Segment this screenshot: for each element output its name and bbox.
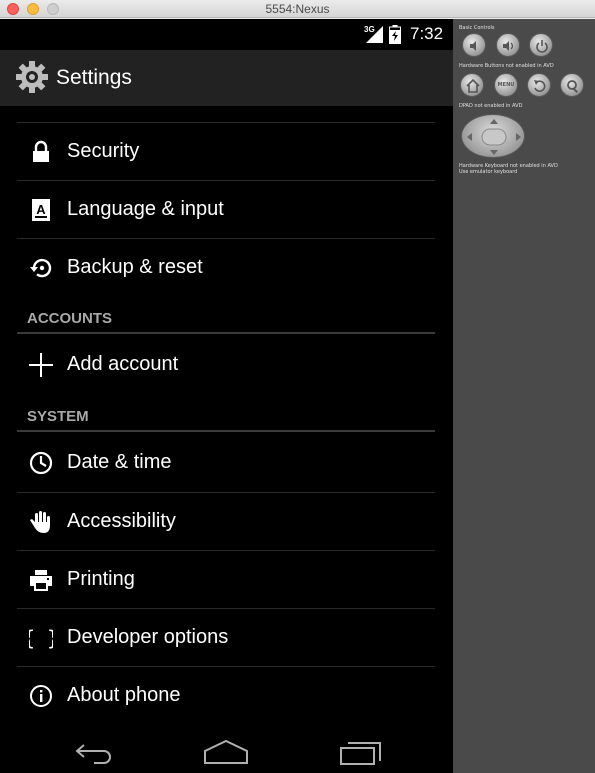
window-title: 5554:Nexus [265, 2, 330, 16]
emulator-keyboard-label: Use emulator keyboard [459, 169, 518, 175]
volume-down-button[interactable] [462, 33, 486, 57]
settings-item-developer-options[interactable]: { } Developer options [17, 608, 435, 666]
plus-icon [29, 353, 53, 377]
emulator-back-button[interactable] [527, 73, 551, 97]
volume-up-button[interactable] [496, 33, 520, 57]
window-title-bar: 5554:Nexus [0, 0, 595, 18]
backup-restore-icon [30, 258, 52, 278]
hardware-buttons-label: Hardware Buttons not enabled in AVD [459, 63, 554, 69]
settings-item-label: Backup & reset [67, 256, 203, 278]
back-icon[interactable] [68, 737, 118, 767]
settings-item-backup-reset[interactable]: Backup & reset [17, 238, 435, 296]
search-icon [567, 80, 578, 93]
settings-item-label: Accessibility [67, 510, 176, 532]
home-icon [466, 78, 480, 93]
home-icon[interactable] [201, 737, 251, 767]
clock-icon [29, 451, 53, 475]
status-bar: 3G 7:32 [0, 19, 453, 49]
settings-item-label: Developer options [67, 626, 229, 648]
settings-item-label: Date & time [67, 451, 172, 473]
section-header-system: SYSTEM [17, 402, 435, 432]
gear-icon[interactable] [15, 60, 49, 94]
dpad-arrows-icon [467, 119, 521, 155]
navigation-bar [0, 731, 453, 773]
settings-item-about-phone[interactable]: About phone [17, 666, 435, 724]
signal-icon [366, 26, 383, 43]
settings-item-date-time[interactable]: Date & time [17, 434, 435, 492]
printer-icon [30, 570, 52, 591]
section-header-label: ACCOUNTS [27, 310, 112, 327]
emulator-controls-panel: Basic Controls Hardware Buttons not enab… [453, 19, 595, 773]
settings-item-printing[interactable]: Printing [17, 550, 435, 608]
dpad-label: DPAD not enabled in AVD [459, 103, 523, 109]
power-button[interactable] [529, 33, 553, 57]
section-header-label: SYSTEM [27, 408, 89, 425]
settings-item-accessibility[interactable]: Accessibility [17, 492, 435, 550]
dpad-control[interactable] [461, 114, 525, 158]
braces-icon: { } [29, 626, 53, 650]
info-icon [30, 685, 52, 707]
svg-text:{ }: { } [29, 626, 53, 650]
volume-down-icon [470, 41, 476, 51]
settings-item-add-account[interactable]: Add account [17, 336, 435, 394]
action-bar: Settings [0, 50, 453, 106]
battery-icon [389, 25, 401, 44]
settings-item-label: Add account [67, 353, 179, 375]
menu-button-label: MENU [497, 82, 515, 88]
svg-text:A: A [36, 202, 46, 217]
back-icon [534, 80, 546, 92]
recents-icon[interactable] [336, 737, 386, 767]
android-screen: 3G 7:32 Settings Security A Language & i… [0, 19, 453, 773]
settings-item-label: Printing [67, 568, 135, 590]
settings-item-label: About phone [67, 684, 181, 706]
volume-up-icon [503, 41, 514, 51]
emulator-search-button[interactable] [560, 73, 584, 97]
keyboard-a-icon: A [32, 199, 50, 221]
settings-item-label: Language & input [67, 198, 224, 220]
settings-item-label: Security [67, 140, 140, 162]
emulator-menu-button[interactable]: MENU [494, 73, 518, 97]
settings-item-language-input[interactable]: A Language & input [17, 180, 435, 238]
section-header-accounts: ACCOUNTS [17, 304, 435, 334]
emulator-home-button[interactable] [460, 73, 484, 97]
power-icon [536, 40, 548, 53]
clock-time: 7:32 [410, 24, 444, 43]
settings-item-security[interactable]: Security [17, 122, 435, 180]
hand-icon [30, 511, 50, 533]
page-title: Settings [56, 66, 132, 89]
lock-icon [33, 140, 49, 162]
basic-controls-label: Basic Controls [459, 25, 495, 31]
